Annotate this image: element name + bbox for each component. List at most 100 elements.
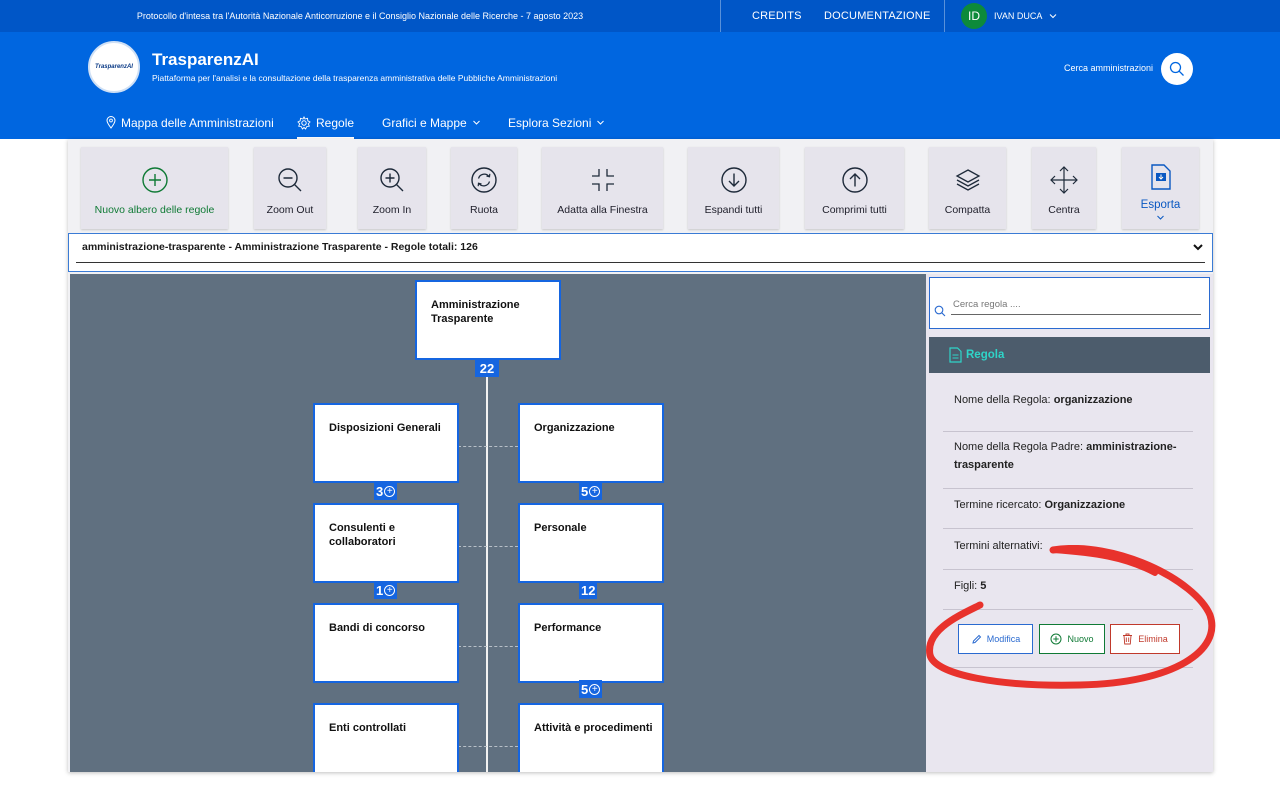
tree-connector xyxy=(458,746,518,747)
node-label: Organizzazione xyxy=(534,422,615,434)
tree-node[interactable]: Personale xyxy=(518,503,664,583)
gear-icon xyxy=(297,115,311,130)
tool-label: Compatta xyxy=(944,204,991,216)
arrow-up-circle-icon xyxy=(841,167,868,193)
tree-connector xyxy=(458,546,518,547)
chevron-down-icon xyxy=(1157,215,1164,220)
field-label: Nome della Regola: xyxy=(954,394,1051,406)
collapse-all-button[interactable]: Comprimi tutti xyxy=(805,147,904,229)
tree-node-root[interactable]: Amministrazione Trasparente xyxy=(415,280,561,360)
top-bar: Protocollo d'intesa tra l'Autorità Nazio… xyxy=(0,0,1280,32)
nav-regole[interactable]: Regole xyxy=(297,108,355,139)
edit-button[interactable]: Modifica xyxy=(958,624,1033,654)
node-count: 12 xyxy=(581,582,596,598)
tree-connector xyxy=(486,368,488,772)
tool-label: Ruota xyxy=(469,204,499,216)
nav-label: Esplora Sezioni xyxy=(508,115,592,130)
nav-esplora[interactable]: Esplora Sezioni xyxy=(508,108,605,137)
nav-label: Mappa delle Amministrazioni xyxy=(121,115,274,130)
tool-label: Esporta xyxy=(1140,199,1181,211)
credits-link[interactable]: CREDITS xyxy=(752,0,802,32)
tree-connector xyxy=(458,646,518,647)
new-rule-button[interactable]: Nuovo xyxy=(1039,624,1105,654)
field-label: Nome della Regola Padre: xyxy=(954,441,1084,453)
compact-button[interactable]: Compatta xyxy=(929,147,1006,229)
tool-label: Zoom Out xyxy=(266,204,314,216)
zoom-out-icon xyxy=(278,168,302,192)
tree-node[interactable]: Organizzazione xyxy=(518,403,664,483)
export-button[interactable]: Esporta xyxy=(1122,147,1199,229)
user-menu[interactable]: ID IVAN DUCA xyxy=(961,3,1057,29)
nav-grafici[interactable]: Grafici e Mappe xyxy=(382,108,481,137)
site-title: TrasparenzAI xyxy=(152,50,259,69)
pencil-icon xyxy=(972,634,981,644)
field-value: 5 xyxy=(980,580,987,592)
chevron-down-icon xyxy=(597,120,605,125)
rule-detail-panel: Cerca regola .... Regola Nome della Rego… xyxy=(926,274,1213,772)
expand-all-button[interactable]: Espandi tutti xyxy=(688,147,779,229)
tree-canvas[interactable]: Amministrazione Trasparente 22 Disposizi… xyxy=(70,274,926,772)
map-pin-icon xyxy=(106,116,116,129)
tree-select[interactable]: amministrazione-trasparente - Amministra… xyxy=(68,233,1213,272)
logo-text: TrasparenzAI xyxy=(95,64,133,70)
expand-node-button[interactable]: 5 + xyxy=(579,680,603,698)
rotate-button[interactable]: Ruota xyxy=(451,147,517,229)
rules-workspace: Nuovo albero delle regole Zoom Out Zoom … xyxy=(68,139,1213,772)
new-tree-button[interactable]: Nuovo albero delle regole xyxy=(81,147,228,229)
tree-node[interactable]: Performance xyxy=(518,603,664,683)
delete-button[interactable]: Elimina xyxy=(1110,624,1180,654)
node-label: Personale xyxy=(534,522,587,534)
plus-icon: + xyxy=(384,485,396,497)
nav-label: Regole xyxy=(316,115,355,130)
document-icon xyxy=(949,347,962,363)
node-count: 1 xyxy=(376,582,384,598)
tree-node[interactable]: Attività e procedimenti xyxy=(518,703,664,772)
divider xyxy=(720,0,721,32)
tool-label: Zoom In xyxy=(372,204,412,216)
tree-node[interactable]: Disposizioni Generali xyxy=(313,403,459,483)
node-label: Amministrazione Trasparente xyxy=(431,299,520,326)
node-label: Enti controllati xyxy=(329,722,406,734)
nav-mappa[interactable]: Mappa delle Amministrazioni xyxy=(106,108,274,137)
button-label: Modifica xyxy=(986,634,1021,644)
center-button[interactable]: Centra xyxy=(1032,147,1096,229)
avatar: ID xyxy=(961,3,987,29)
protocol-text: Protocollo d'intesa tra l'Autorità Nazio… xyxy=(136,11,584,21)
tree-node[interactable]: Consulenti e collaboratori xyxy=(313,503,459,583)
layers-icon xyxy=(955,169,980,191)
expand-node-button[interactable]: 5 + xyxy=(579,482,603,500)
zoom-in-button[interactable]: Zoom In xyxy=(358,147,426,229)
node-count-badge: 22 xyxy=(475,359,499,377)
logo[interactable]: TrasparenzAI xyxy=(88,41,140,93)
field-value: organizzazione xyxy=(1053,394,1133,406)
chevron-down-icon xyxy=(1049,14,1057,19)
tool-label: Comprimi tutti xyxy=(822,204,887,216)
tree-node[interactable]: Enti controllati xyxy=(313,703,459,772)
search-button[interactable] xyxy=(1161,53,1193,85)
documentation-link[interactable]: DOCUMENTAZIONE xyxy=(824,0,930,32)
field-label: Termini alternativi: xyxy=(954,540,1043,552)
tree-node[interactable]: Bandi di concorso xyxy=(313,603,459,683)
tool-label: Adatta alla Finestra xyxy=(557,204,648,216)
compress-icon xyxy=(591,169,614,191)
tool-label: Centra xyxy=(1048,204,1080,216)
main-nav: Mappa delle Amministrazioni Regole Grafi… xyxy=(0,108,1280,139)
expand-node-button[interactable]: 3 + xyxy=(374,482,398,500)
zoom-out-button[interactable]: Zoom Out xyxy=(254,147,326,229)
divider xyxy=(944,0,945,32)
expand-node-button[interactable]: 1 + xyxy=(374,581,398,599)
node-label: Performance xyxy=(534,622,602,634)
chevron-down-icon xyxy=(472,120,480,125)
field-value: Organizzazione xyxy=(1044,499,1126,511)
plus-circle-icon xyxy=(1050,633,1062,645)
nav-label: Grafici e Mappe xyxy=(382,115,467,130)
site-header: TrasparenzAI TrasparenzAI Piattaforma pe… xyxy=(0,32,1280,139)
tool-label: Nuovo albero delle regole xyxy=(94,204,215,216)
rule-search-input[interactable]: Cerca regola .... xyxy=(929,277,1210,329)
button-label: Elimina xyxy=(1138,634,1168,644)
fit-window-button[interactable]: Adatta alla Finestra xyxy=(542,147,663,229)
node-label: Disposizioni Generali xyxy=(329,422,441,434)
file-export-icon xyxy=(1150,164,1171,190)
node-count: 5 xyxy=(581,483,589,499)
tree-select-value: amministrazione-trasparente - Amministra… xyxy=(82,241,478,253)
